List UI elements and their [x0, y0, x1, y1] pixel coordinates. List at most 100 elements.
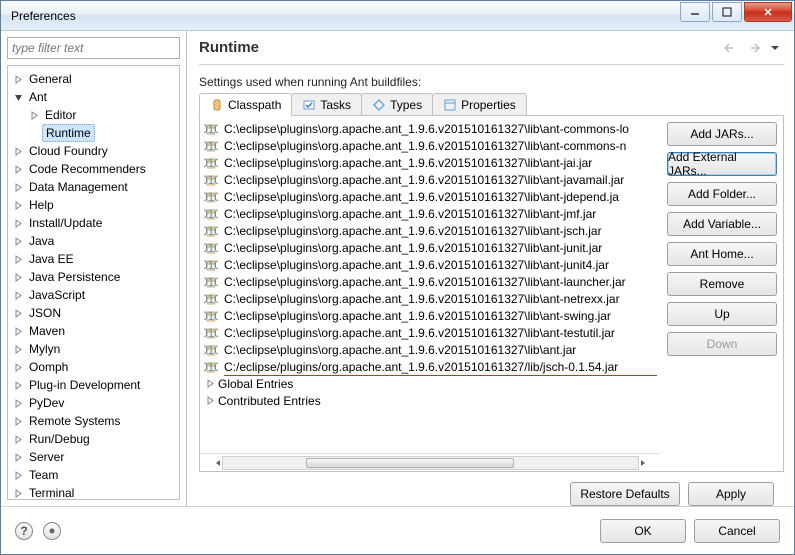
- classpath-entry[interactable]: 010C:\eclipse\plugins\org.apache.ant_1.9…: [204, 341, 661, 358]
- expand-icon[interactable]: [12, 199, 24, 211]
- classpath-entry[interactable]: 010C:\eclipse\plugins\org.apache.ant_1.9…: [204, 205, 661, 222]
- remove-button[interactable]: Remove: [667, 272, 777, 296]
- tab-properties[interactable]: Properties: [432, 93, 527, 115]
- expand-icon[interactable]: [12, 451, 24, 463]
- expand-icon[interactable]: [28, 109, 40, 121]
- add-variable-button[interactable]: Add Variable...: [667, 212, 777, 236]
- help-icon[interactable]: ?: [15, 522, 33, 540]
- up-button[interactable]: Up: [667, 302, 777, 326]
- scroll-left-icon[interactable]: [214, 459, 222, 467]
- apply-button[interactable]: Apply: [688, 482, 774, 506]
- back-button[interactable]: [722, 40, 740, 56]
- tree-item[interactable]: Java: [10, 232, 177, 250]
- tab-types[interactable]: Types: [361, 93, 433, 115]
- add-folder-button[interactable]: Add Folder...: [667, 182, 777, 206]
- import-export-icon[interactable]: [43, 522, 61, 540]
- classpath-entry[interactable]: 010C:\eclipse\plugins\org.apache.ant_1.9…: [204, 188, 661, 205]
- expand-icon[interactable]: [12, 397, 24, 409]
- tree-item[interactable]: JavaScript: [10, 286, 177, 304]
- ant-home-button[interactable]: Ant Home...: [667, 242, 777, 266]
- restore-defaults-button[interactable]: Restore Defaults: [570, 482, 680, 506]
- expand-icon[interactable]: [204, 378, 216, 390]
- classpath-entry[interactable]: 010C:\eclipse\plugins\org.apache.ant_1.9…: [204, 120, 661, 137]
- classpath-entry[interactable]: 010C:\eclipse\plugins\org.apache.ant_1.9…: [204, 307, 661, 324]
- tree-item[interactable]: Editor: [10, 106, 177, 124]
- expand-icon[interactable]: [12, 253, 24, 265]
- tree-item[interactable]: Runtime: [10, 124, 177, 142]
- expand-icon[interactable]: [12, 289, 24, 301]
- expand-icon[interactable]: [12, 307, 24, 319]
- expand-icon[interactable]: [12, 487, 24, 499]
- tree-item[interactable]: Team: [10, 466, 177, 484]
- classpath-group[interactable]: Contributed Entries: [204, 392, 661, 409]
- add-external-jars-button[interactable]: Add External JARs...: [667, 152, 777, 176]
- tree-item[interactable]: Help: [10, 196, 177, 214]
- tree-item[interactable]: Server: [10, 448, 177, 466]
- scroll-thumb[interactable]: [306, 458, 514, 468]
- types-tab-icon: [372, 98, 386, 112]
- tree-item[interactable]: General: [10, 70, 177, 88]
- tree-item[interactable]: Code Recommenders: [10, 160, 177, 178]
- expand-icon[interactable]: [12, 217, 24, 229]
- expand-icon[interactable]: [12, 73, 24, 85]
- tree-item[interactable]: Cloud Foundry: [10, 142, 177, 160]
- tree-item[interactable]: Ant: [10, 88, 177, 106]
- collapse-icon[interactable]: [12, 91, 24, 103]
- classpath-list[interactable]: 010C:\eclipse\plugins\org.apache.ant_1.9…: [200, 116, 661, 453]
- tree-item[interactable]: Install/Update: [10, 214, 177, 232]
- add-jars-button[interactable]: Add JARs...: [667, 122, 777, 146]
- tree-item[interactable]: Mylyn: [10, 340, 177, 358]
- scroll-right-icon[interactable]: [639, 459, 647, 467]
- horizontal-scrollbar[interactable]: [200, 453, 661, 471]
- expand-icon[interactable]: [12, 343, 24, 355]
- classpath-entry[interactable]: 010C:\eclipse\plugins\org.apache.ant_1.9…: [204, 154, 661, 171]
- classpath-entry[interactable]: 010C:\eclipse\plugins\org.apache.ant_1.9…: [204, 273, 661, 290]
- expand-icon[interactable]: [12, 235, 24, 247]
- expand-icon[interactable]: [12, 415, 24, 427]
- classpath-entry[interactable]: 010C:\eclipse\plugins\org.apache.ant_1.9…: [204, 137, 661, 154]
- expand-icon[interactable]: [12, 469, 24, 481]
- tree-item[interactable]: Terminal: [10, 484, 177, 500]
- expand-icon[interactable]: [204, 395, 216, 407]
- close-button[interactable]: [744, 2, 792, 22]
- tree-item[interactable]: Data Management: [10, 178, 177, 196]
- expand-icon[interactable]: [12, 145, 24, 157]
- tree-item[interactable]: JSON: [10, 304, 177, 322]
- tree-item[interactable]: PyDev: [10, 394, 177, 412]
- maximize-button[interactable]: [712, 2, 742, 22]
- expand-icon[interactable]: [12, 361, 24, 373]
- classpath-group[interactable]: Global Entries: [204, 375, 661, 392]
- menu-dropdown-icon[interactable]: [766, 40, 784, 56]
- classpath-entry[interactable]: 010C:\eclipse\plugins\org.apache.ant_1.9…: [204, 324, 661, 341]
- expand-icon[interactable]: [12, 379, 24, 391]
- classpath-entry[interactable]: 010C:\eclipse\plugins\org.apache.ant_1.9…: [204, 256, 661, 273]
- tab-tasks[interactable]: Tasks: [291, 93, 362, 115]
- classpath-entry[interactable]: 010C:\eclipse\plugins\org.apache.ant_1.9…: [204, 290, 661, 307]
- tree-item[interactable]: Plug-in Development: [10, 376, 177, 394]
- tree-item[interactable]: Java Persistence: [10, 268, 177, 286]
- ok-button[interactable]: OK: [600, 519, 686, 543]
- tree-item[interactable]: Run/Debug: [10, 430, 177, 448]
- tab-label: Classpath: [228, 98, 281, 112]
- classpath-entry[interactable]: 010C:/eclipse/plugins/org.apache.ant_1.9…: [204, 358, 661, 375]
- expand-icon[interactable]: [12, 181, 24, 193]
- tree-item[interactable]: Maven: [10, 322, 177, 340]
- classpath-entry[interactable]: 010C:\eclipse\plugins\org.apache.ant_1.9…: [204, 222, 661, 239]
- jar-icon: 010: [204, 122, 218, 136]
- forward-button[interactable]: [744, 40, 762, 56]
- tree-item[interactable]: Oomph: [10, 358, 177, 376]
- cancel-button[interactable]: Cancel: [694, 519, 780, 543]
- preferences-tree[interactable]: GeneralAntEditorRuntimeCloud FoundryCode…: [7, 65, 180, 500]
- tree-item[interactable]: Remote Systems: [10, 412, 177, 430]
- expand-icon[interactable]: [12, 433, 24, 445]
- expand-icon[interactable]: [12, 325, 24, 337]
- dialog-footer: ? OK Cancel: [1, 506, 794, 554]
- expand-icon[interactable]: [12, 163, 24, 175]
- tree-item[interactable]: Java EE: [10, 250, 177, 268]
- classpath-entry[interactable]: 010C:\eclipse\plugins\org.apache.ant_1.9…: [204, 239, 661, 256]
- minimize-button[interactable]: [680, 2, 710, 22]
- tab-classpath[interactable]: Classpath: [199, 93, 292, 116]
- expand-icon[interactable]: [12, 271, 24, 283]
- classpath-entry[interactable]: 010C:\eclipse\plugins\org.apache.ant_1.9…: [204, 171, 661, 188]
- filter-input[interactable]: [7, 37, 180, 59]
